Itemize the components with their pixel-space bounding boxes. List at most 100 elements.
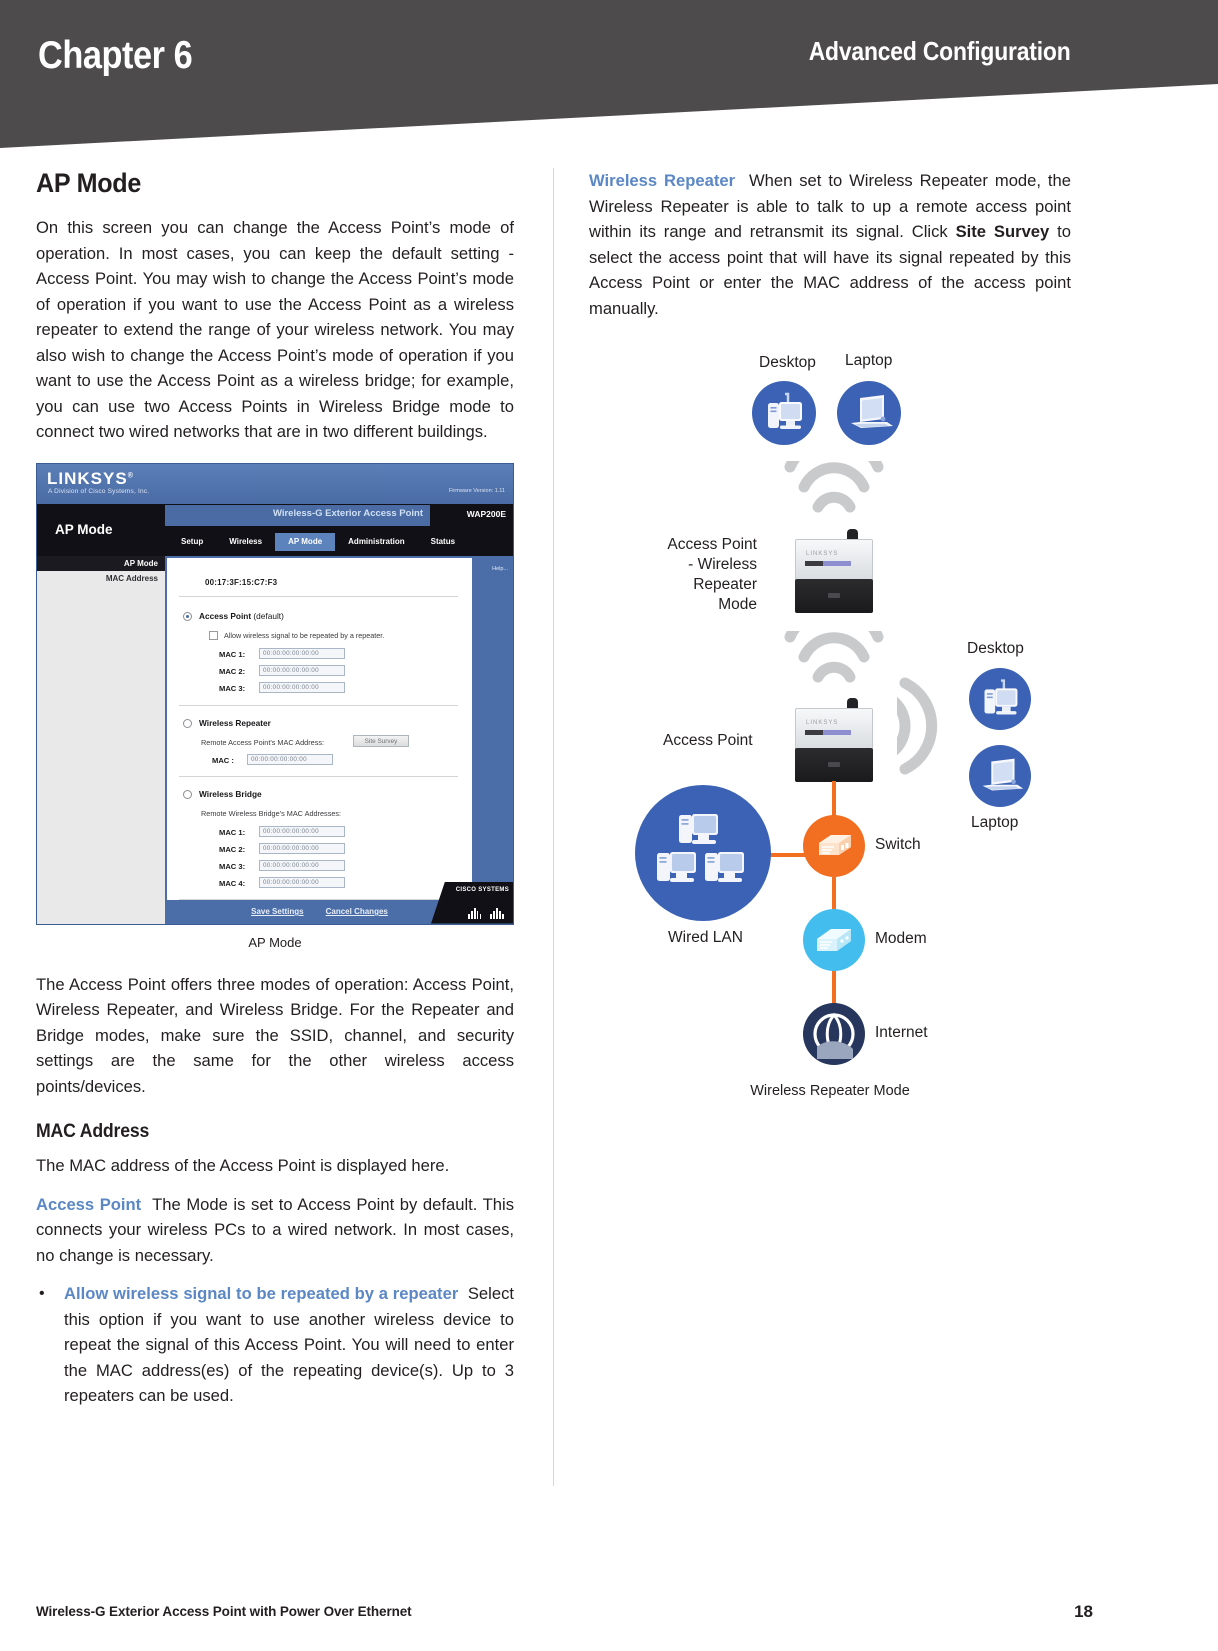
left-column: AP Mode On this screen you can change th…: [36, 168, 514, 1417]
radio-wireless-bridge[interactable]: [183, 789, 192, 799]
page-header: Chapter 6 Advanced Configuration: [0, 0, 1218, 148]
cisco-bars-left: [467, 907, 482, 919]
input-bridge-mac-2[interactable]: 00:00:00:00:00:00: [259, 842, 345, 854]
mac-address-heading: MAC Address: [36, 1121, 150, 1142]
radio-wireless-repeater[interactable]: [183, 718, 192, 728]
bullet-list: • Allow wireless signal to be repeated b…: [36, 1281, 514, 1409]
input-bridge-mac-3[interactable]: 00:00:00:00:00:00: [259, 859, 345, 871]
cisco-systems-logo: CISCO SYSTEMS: [431, 881, 513, 924]
mac-address-paragraph: The MAC address of the Access Point is d…: [36, 1156, 450, 1175]
product-name: Wireless-G Exterior Access Point: [272, 507, 423, 519]
label-access-point-text: Access Point: [199, 610, 252, 621]
desktop-icon-right: [969, 668, 1031, 730]
cisco-systems-text: CISCO SYSTEMS: [455, 886, 509, 893]
ap-repeater-line-2: - Wireless: [688, 556, 757, 573]
switch-icon: [803, 815, 865, 877]
access-point-device: LINKSYS: [795, 698, 873, 782]
input-bridge-mac-4[interactable]: 00:00:00:00:00:00: [259, 876, 345, 888]
wifi-arcs-middle: [784, 602, 884, 683]
wifi-arcs-right: [869, 677, 938, 775]
wifi-arcs-upper: [784, 432, 884, 513]
ap-repeater-line-1: Access Point: [667, 536, 757, 553]
ap-repeater-line-3: Repeater: [693, 576, 757, 593]
divider-2: [179, 704, 458, 706]
label-bridge-mac-1: MAC 1:: [219, 827, 246, 837]
input-repeater-mac[interactable]: 00:00:00:00:00:00: [247, 753, 333, 765]
page-title: AP Mode: [36, 168, 142, 198]
diagram-label-laptop-right: Laptop: [971, 814, 1019, 831]
diagram-label-desktop-top: Desktop: [759, 354, 816, 371]
page-number: 18: [1074, 1602, 1093, 1621]
cisco-bars-right: [490, 907, 504, 919]
internet-icon: [803, 1003, 865, 1065]
screenshot-tabs: Setup Wireless AP Mode Administration St…: [168, 532, 468, 551]
label-access-point: Access Point (default): [199, 611, 284, 621]
input-ap-mac-3[interactable]: 00:00:00:00:00:00: [259, 681, 345, 693]
sidebar-item-mac-address: MAC Address: [105, 573, 158, 583]
tab-wireless[interactable]: Wireless: [216, 533, 275, 551]
diagram-label-modem: Modem: [875, 930, 927, 947]
chapter-title: Chapter 6: [38, 34, 193, 77]
wired-lan-glyph: [657, 814, 744, 882]
switch-glyph: [819, 835, 851, 855]
screenshot-help-column: Help...: [472, 557, 513, 924]
modes-paragraph: The Access Point offers three modes of o…: [36, 974, 514, 1096]
laptop-glyph-right: [982, 758, 1024, 791]
linksys-logo-text: LINKSYS: [47, 468, 128, 488]
cancel-changes-button[interactable]: Cancel Changes: [326, 907, 388, 916]
firmware-version: Firmware Version: 1.11: [448, 487, 505, 494]
screenshot-action-bar: Save Settings Cancel Changes: [167, 901, 472, 922]
figure-caption: AP Mode: [248, 934, 302, 950]
globe-glyph: [813, 1012, 855, 1059]
divider-3: [179, 775, 458, 777]
wireless-repeater-term: Wireless Repeater: [589, 171, 736, 190]
divider-4: [179, 898, 458, 900]
wireless-repeater-paragraph: Wireless Repeater When set to Wireless R…: [589, 168, 1071, 321]
list-item: • Allow wireless signal to be repeated b…: [36, 1281, 514, 1409]
ap-port-main: [828, 762, 840, 767]
diagram-label-switch: Switch: [875, 836, 921, 853]
label-allow-repeat: Allow wireless signal to be repeated by …: [224, 630, 385, 640]
save-settings-button[interactable]: Save Settings: [251, 907, 303, 916]
laptop-glyph: [851, 395, 893, 428]
screen-title: AP Mode: [55, 521, 113, 537]
tab-setup[interactable]: Setup: [168, 533, 216, 551]
label-ap-mac-2: MAC 2:: [219, 666, 246, 676]
section-title: Advanced Configuration: [808, 36, 1070, 66]
input-ap-mac-1[interactable]: 00:00:00:00:00:00: [259, 647, 345, 659]
tab-ap-mode[interactable]: AP Mode: [275, 532, 336, 551]
label-ap-mac-3: MAC 3:: [219, 683, 246, 693]
label-remote-bridge-mac: Remote Wireless Bridge's MAC Addresses:: [201, 808, 342, 818]
site-survey-button[interactable]: Site Survey: [353, 734, 409, 747]
wifi-signal-upper: [782, 432, 886, 526]
ap-port: [828, 593, 840, 598]
right-column: Wireless Repeater When set to Wireless R…: [589, 168, 1071, 1103]
screenshot-sidebar: AP Mode MAC Address: [37, 555, 165, 924]
ap-repeater-line-4: Mode: [718, 596, 757, 613]
diagram-label-desktop-right: Desktop: [967, 640, 1024, 657]
label-ap-mac-1: MAC 1:: [219, 649, 246, 659]
wifi-signal-right: [869, 673, 963, 784]
wireless-repeater-mode-diagram: Desktop Laptop Access Point - Wireless R…: [589, 343, 1071, 1103]
input-bridge-mac-1[interactable]: 00:00:00:00:00:00: [259, 825, 345, 837]
checkbox-allow-repeat[interactable]: [209, 630, 218, 640]
footer-product-name: Wireless-G Exterior Access Point with Po…: [36, 1604, 412, 1619]
ap-housing-top-main: [795, 708, 873, 750]
access-point-term: Access Point: [36, 1194, 142, 1214]
label-bridge-mac-2: MAC 2:: [219, 844, 246, 854]
ap-stripe: [805, 561, 851, 566]
input-ap-mac-2[interactable]: 00:00:00:00:00:00: [259, 664, 345, 676]
tab-status[interactable]: Status: [418, 533, 468, 551]
label-access-point-default: (default): [251, 610, 284, 621]
radio-access-point[interactable]: [183, 611, 192, 621]
linksys-config-screenshot: LINKSYS® A Division of Cisco Systems, In…: [36, 462, 514, 925]
access-point-paragraph: Access Point The Mode is set to Access P…: [36, 1192, 514, 1269]
modem-icon: [803, 909, 865, 971]
desktop-glyph: [768, 392, 802, 429]
ap-brand-text: LINKSYS: [806, 551, 839, 557]
tab-administration[interactable]: Administration: [335, 533, 417, 551]
diagram-label-laptop-top: Laptop: [845, 352, 893, 369]
registered-mark: ®: [127, 471, 134, 479]
mac-address-value: 00:17:3F:15:C7:F3: [205, 577, 278, 587]
help-link[interactable]: Help...: [492, 566, 508, 572]
